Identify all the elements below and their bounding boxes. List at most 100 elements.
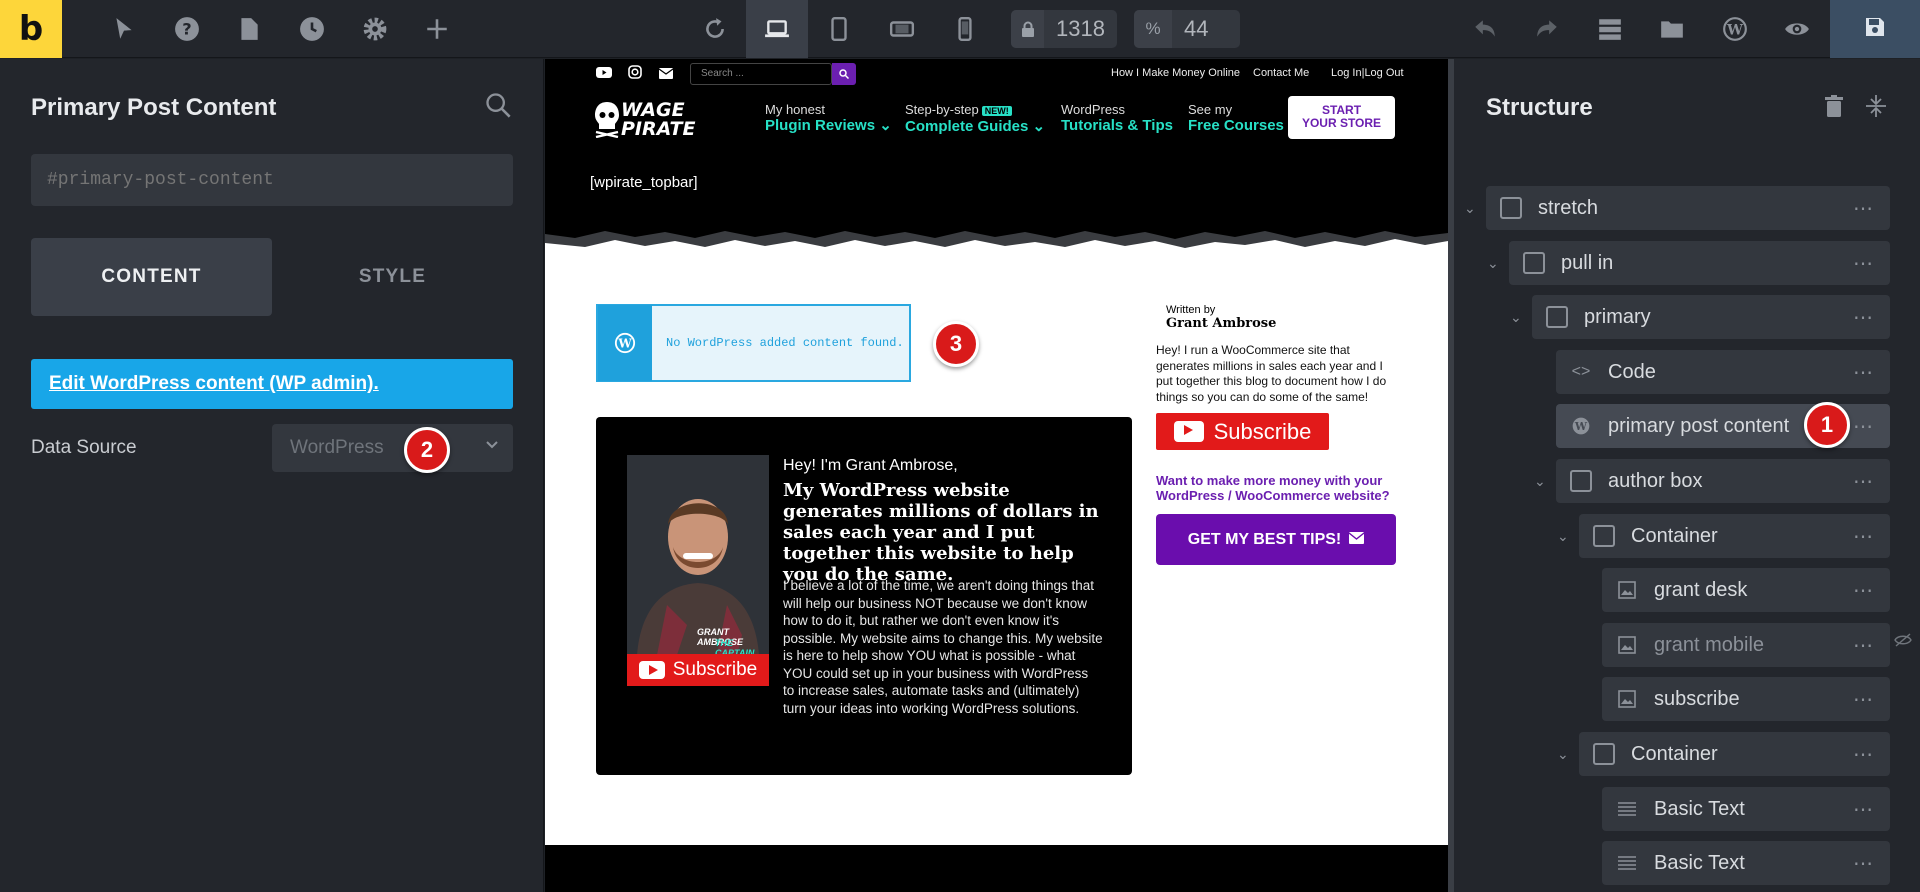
link-contact[interactable]: Contact Me [1253,67,1309,79]
chevron-down-icon[interactable]: ⌄ [1557,746,1569,763]
tab-content[interactable]: CONTENT [31,238,272,316]
structure-item-stretch[interactable]: stretch ⋯ [1486,186,1890,230]
more-icon[interactable]: ⋯ [1853,578,1874,603]
structure-panel: Structure ⌄ stretch ⋯ ⌄ pull in ⋯ ⌄ prim… [1454,59,1920,892]
more-icon[interactable]: ⋯ [1853,633,1874,658]
youtube-icon[interactable] [596,65,612,82]
structure-item-label: Basic Text [1654,797,1745,820]
top-toolbar: b ? 1318 % 44 W [0,0,1920,58]
more-icon[interactable]: ⋯ [1853,687,1874,712]
author-headline: My WordPress website generates millions … [783,480,1099,585]
tablet-landscape-icon[interactable] [871,0,933,58]
structure-item-primary[interactable]: primary ⋯ [1532,295,1890,339]
image-icon [1616,579,1638,601]
nav-free-courses[interactable]: See my Free Courses [1188,102,1284,134]
more-icon[interactable]: ⋯ [1853,414,1874,439]
sidebar-intro: Hey! I run a WooCommerce site that gener… [1156,343,1387,404]
more-icon[interactable]: ⋯ [1853,196,1874,221]
structure-item-grant-desk[interactable]: grant desk ⋯ [1602,568,1890,612]
tab-style[interactable]: STYLE [272,238,513,316]
chevron-down-icon[interactable]: ⌄ [1557,528,1569,545]
settings-icon[interactable] [344,0,406,58]
more-icon[interactable]: ⋯ [1853,305,1874,330]
structure-item-basic-text-2[interactable]: Basic Text ⋯ [1602,841,1890,885]
tablet-icon[interactable] [808,0,870,58]
site-search-button[interactable] [832,63,856,85]
structure-item-container-2[interactable]: Container ⋯ [1579,732,1890,776]
structure-item-basic-text[interactable]: Basic Text ⋯ [1602,787,1890,831]
structure-item-code[interactable]: <> Code ⋯ [1556,350,1890,394]
structure-item-label: Basic Text [1654,851,1745,874]
hidden-eye-icon[interactable] [1894,633,1912,651]
chevron-down-icon[interactable]: ⌄ [1487,255,1499,272]
nav-plugin-reviews[interactable]: My honest Plugin Reviews ⌄ [765,102,892,134]
instagram-icon[interactable] [628,65,642,82]
lock-icon[interactable] [1011,10,1045,48]
preview-canvas[interactable]: Search ... How I Make Money Online Conta… [545,59,1448,892]
structure-item-label: primary [1584,305,1651,328]
bricks-logo[interactable]: b [0,0,62,58]
css-id-input[interactable] [31,154,513,206]
link-login[interactable]: Log In|Log Out [1331,67,1404,79]
canvas-scale-field[interactable]: % 44 [1134,10,1240,48]
folder-icon[interactable] [1641,0,1703,58]
nav-small-label: My honest [765,102,825,117]
topbar-shortcode: [wpirate_topbar] [590,174,698,191]
site-search-input[interactable]: Search ... [690,63,832,85]
best-tips-button[interactable]: GET MY BEST TIPS! [1156,514,1396,565]
div-icon [1523,252,1545,274]
collapse-all-icon[interactable] [1866,95,1886,122]
structure-item-grant-mobile[interactable]: grant mobile ⋯ [1602,623,1890,667]
structure-item-author-box[interactable]: author box ⋯ [1556,459,1890,503]
youtube-subscribe-button[interactable]: Subscribe [627,654,769,686]
more-icon[interactable]: ⋯ [1853,742,1874,767]
more-icon[interactable]: ⋯ [1853,360,1874,385]
search-icon[interactable] [484,91,512,124]
more-icon[interactable]: ⋯ [1853,851,1874,876]
canvas-width-field[interactable]: 1318 [1011,10,1117,48]
structure-item-container[interactable]: Container ⋯ [1579,514,1890,558]
structure-item-label: grant desk [1654,578,1748,601]
structure-item-label: stretch [1538,196,1599,219]
structure-item-subscribe[interactable]: subscribe ⋯ [1602,677,1890,721]
chevron-down-icon[interactable]: ⌄ [1510,309,1522,326]
preview-icon[interactable] [1766,0,1828,58]
cursor-icon[interactable] [93,0,155,58]
layers-icon[interactable] [1579,0,1641,58]
save-button[interactable] [1830,0,1920,58]
mobile-icon[interactable] [934,0,996,58]
sidebar-subscribe-button[interactable]: Subscribe [1156,413,1329,450]
author-photo: GRANT AMBROSE THE CAPTAIN [627,455,769,655]
pages-icon[interactable] [218,0,280,58]
email-icon[interactable] [658,66,674,82]
undo-icon[interactable] [1454,0,1516,58]
nav-complete-guides[interactable]: Step-by-step NEW! Complete Guides ⌄ [905,102,1045,135]
redo-icon[interactable] [1516,0,1578,58]
chevron-down-icon[interactable]: ⌄ [1464,200,1476,217]
div-icon [1546,306,1568,328]
author-bio: I believe a lot of the time, we aren't d… [783,578,1103,716]
edit-wordpress-content-link[interactable]: Edit WordPress content (WP admin). [31,359,513,409]
trash-icon[interactable] [1824,95,1844,122]
nav-big-label: Tutorials & Tips [1061,117,1173,134]
svg-text:W: W [617,337,632,351]
desktop-icon[interactable] [746,0,808,58]
help-icon[interactable]: ? [156,0,218,58]
image-icon [1616,688,1638,710]
nav-tutorials[interactable]: WordPress Tutorials & Tips [1061,102,1173,134]
more-icon[interactable]: ⋯ [1853,251,1874,276]
wordpress-icon: W [1570,415,1592,437]
refresh-icon[interactable] [684,0,746,58]
data-source-select[interactable]: WordPress [272,424,513,472]
history-icon[interactable] [281,0,343,58]
start-store-button[interactable]: START YOUR STORE [1288,96,1395,139]
link-make-money[interactable]: How I Make Money Online [1111,67,1240,79]
more-icon[interactable]: ⋯ [1853,469,1874,494]
more-icon[interactable]: ⋯ [1853,524,1874,549]
add-icon[interactable] [406,0,468,58]
site-logo[interactable]: WAGE PIRATE [595,95,695,143]
wordpress-icon[interactable]: W [1704,0,1766,58]
chevron-down-icon[interactable]: ⌄ [1534,473,1546,490]
more-icon[interactable]: ⋯ [1853,797,1874,822]
structure-item-pull-in[interactable]: pull in ⋯ [1509,241,1890,285]
